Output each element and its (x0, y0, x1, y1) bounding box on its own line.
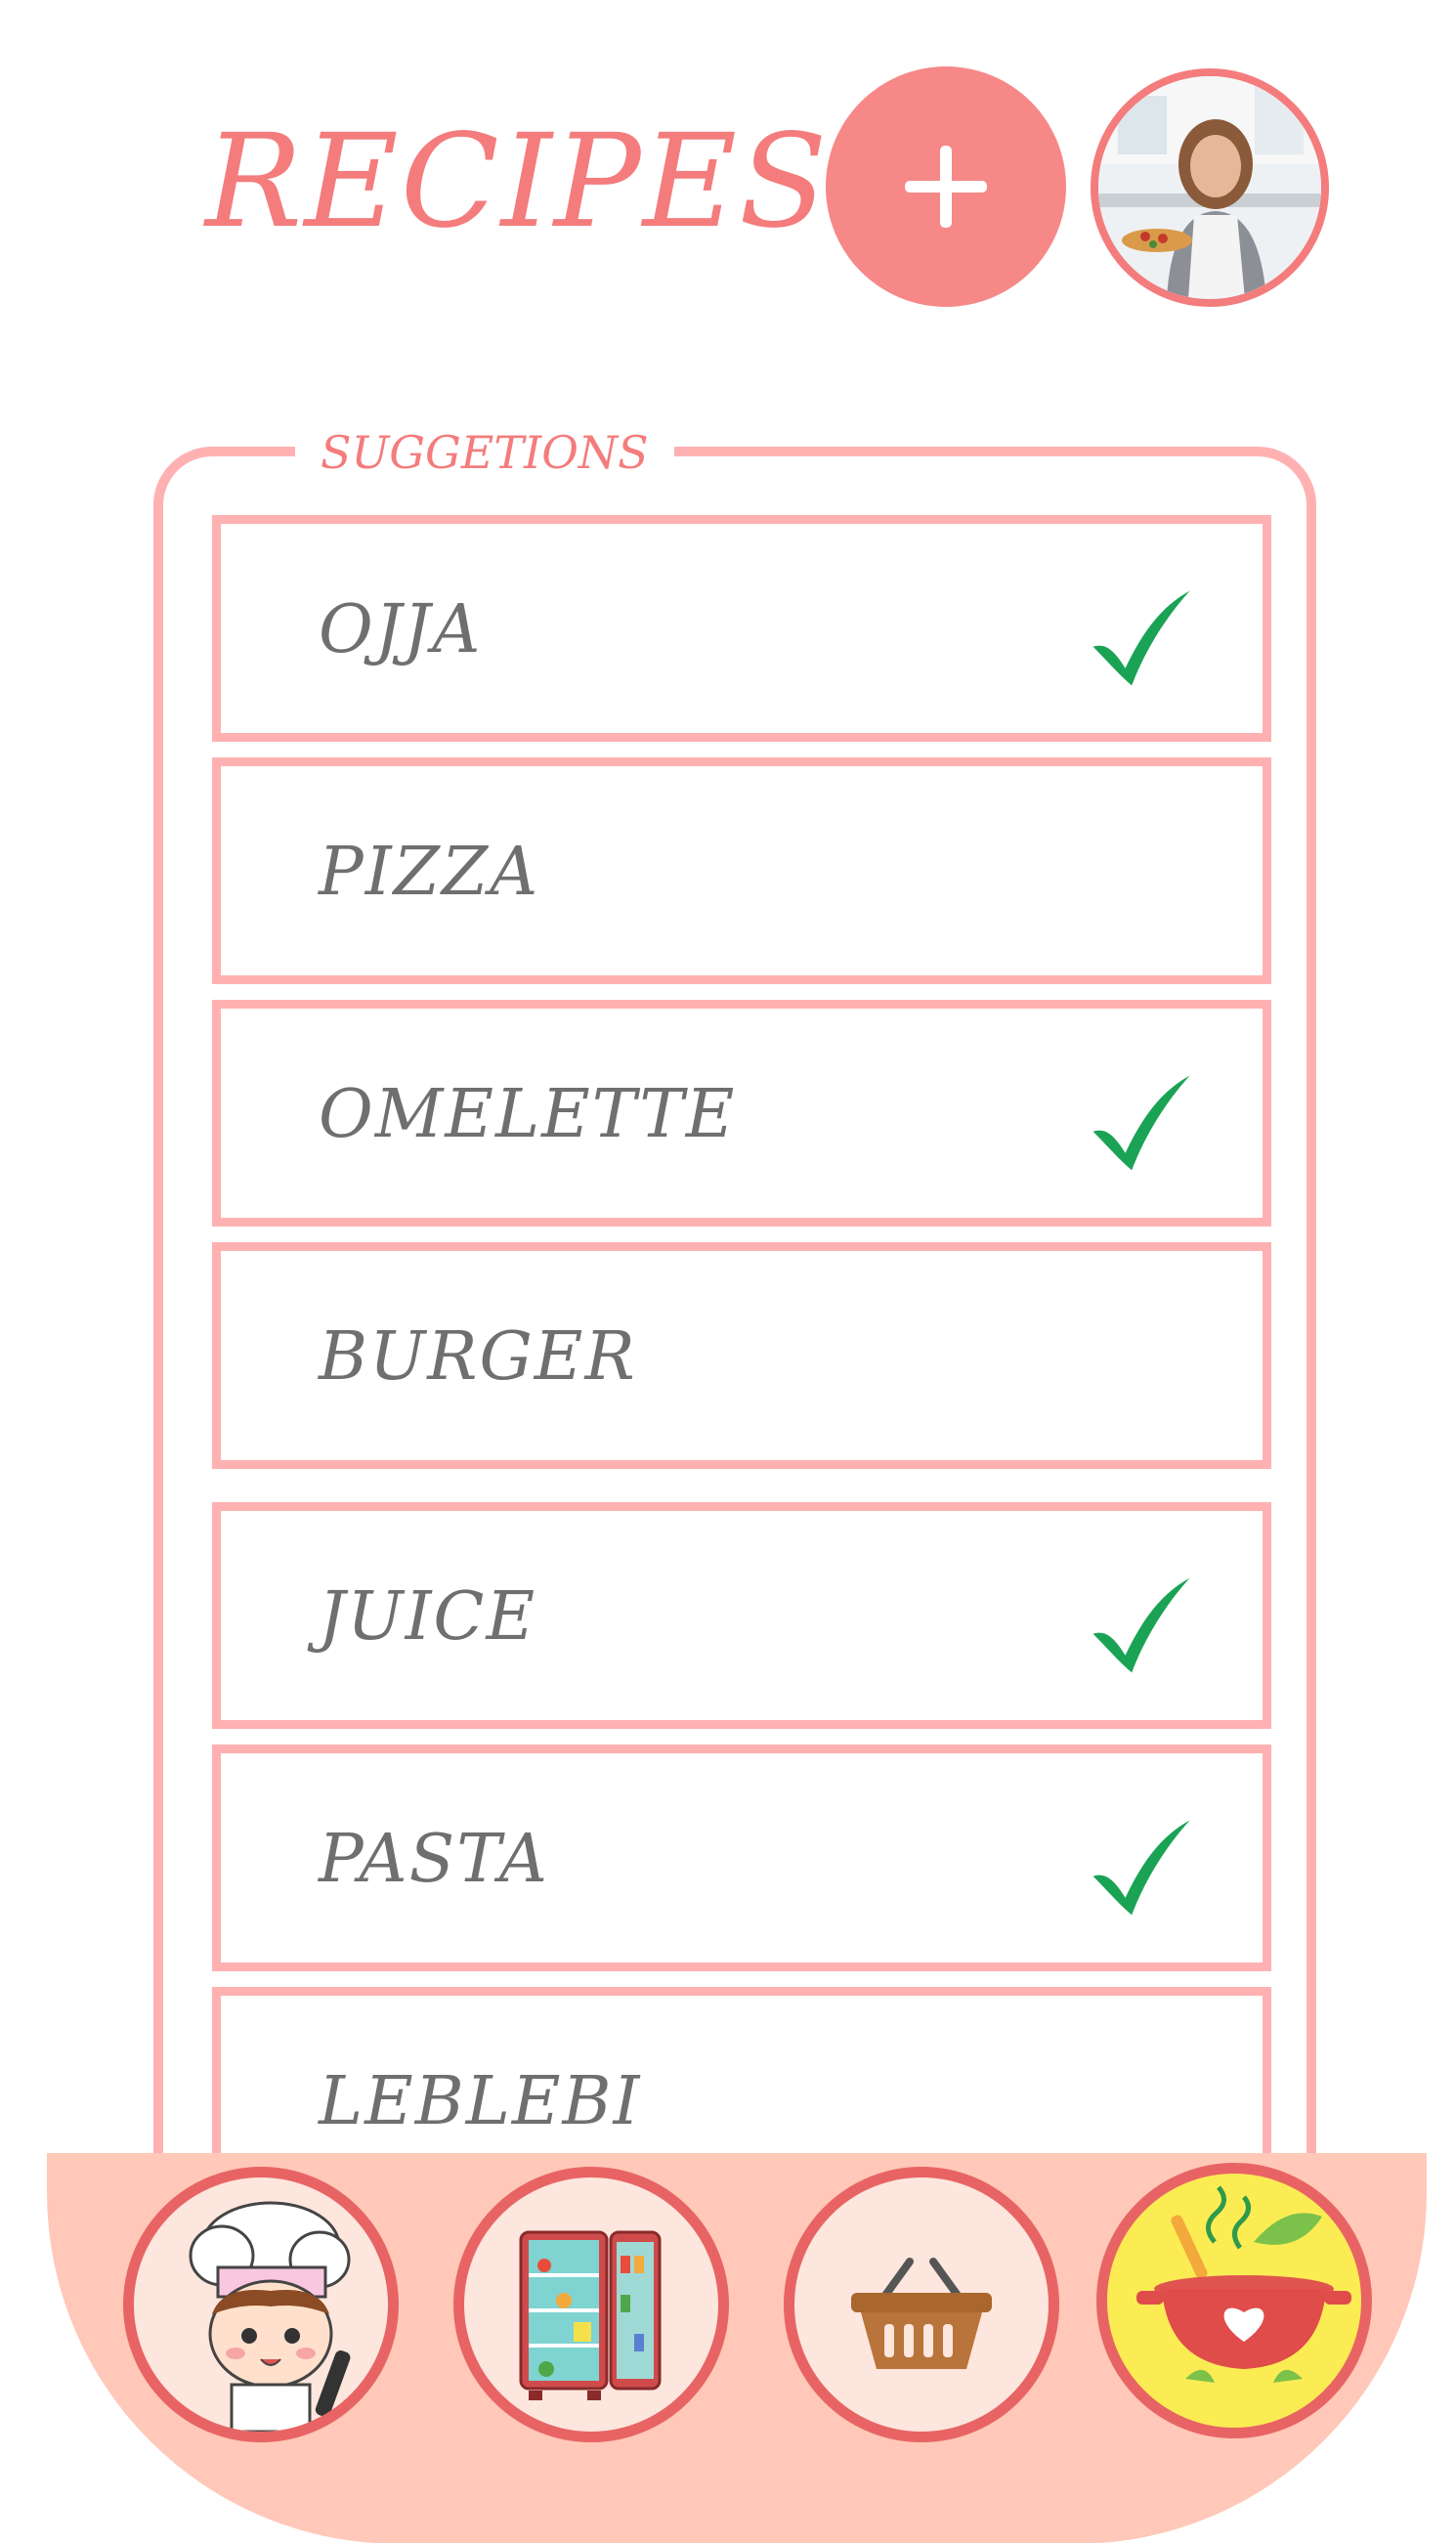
list-item[interactable]: JUICE (212, 1502, 1271, 1729)
nav-fridge-button[interactable] (453, 2167, 729, 2442)
list-item-label: JUICE (319, 1578, 537, 1656)
suggestions-panel: SUGGETIONS OJJA PIZZA OMELETTE BURGER JU… (153, 423, 1316, 2304)
nav-recipes-button[interactable] (1096, 2163, 1372, 2438)
list-item[interactable]: PIZZA (212, 757, 1271, 984)
nav-basket-button[interactable] (784, 2167, 1059, 2442)
check-icon (1092, 1075, 1190, 1171)
nav-chef-button[interactable] (123, 2167, 399, 2442)
list-item-label: BURGER (319, 1318, 637, 1396)
list-item[interactable]: OMELETTE (212, 1000, 1271, 1227)
avatar[interactable] (1091, 68, 1329, 307)
fridge-icon (519, 2230, 662, 2400)
add-recipe-button[interactable] (826, 66, 1066, 307)
check-icon (1092, 1577, 1190, 1673)
list-item[interactable]: OJJA (212, 515, 1271, 742)
bottom-nav-bar (47, 2153, 1427, 2543)
check-icon (1092, 1820, 1190, 1916)
list-item-label: PIZZA (319, 834, 540, 911)
chef-icon (189, 2201, 351, 2432)
cooking-pot-icon (1136, 2185, 1351, 2383)
page-title: RECIPES (205, 107, 830, 257)
panel-legend: SUGGETIONS (295, 423, 674, 482)
list-item-label: PASTA (319, 1821, 549, 1898)
basket-icon (851, 2258, 992, 2369)
list-item-label: LEBLEBI (319, 2063, 642, 2140)
list-item-label: OMELETTE (319, 1076, 737, 1153)
plus-icon (905, 146, 987, 228)
list-item[interactable]: PASTA (212, 1745, 1271, 1971)
list-item[interactable]: BURGER (212, 1242, 1271, 1469)
user-photo-icon (1098, 76, 1321, 299)
list-item-label: OJJA (319, 591, 483, 668)
check-icon (1092, 590, 1190, 686)
